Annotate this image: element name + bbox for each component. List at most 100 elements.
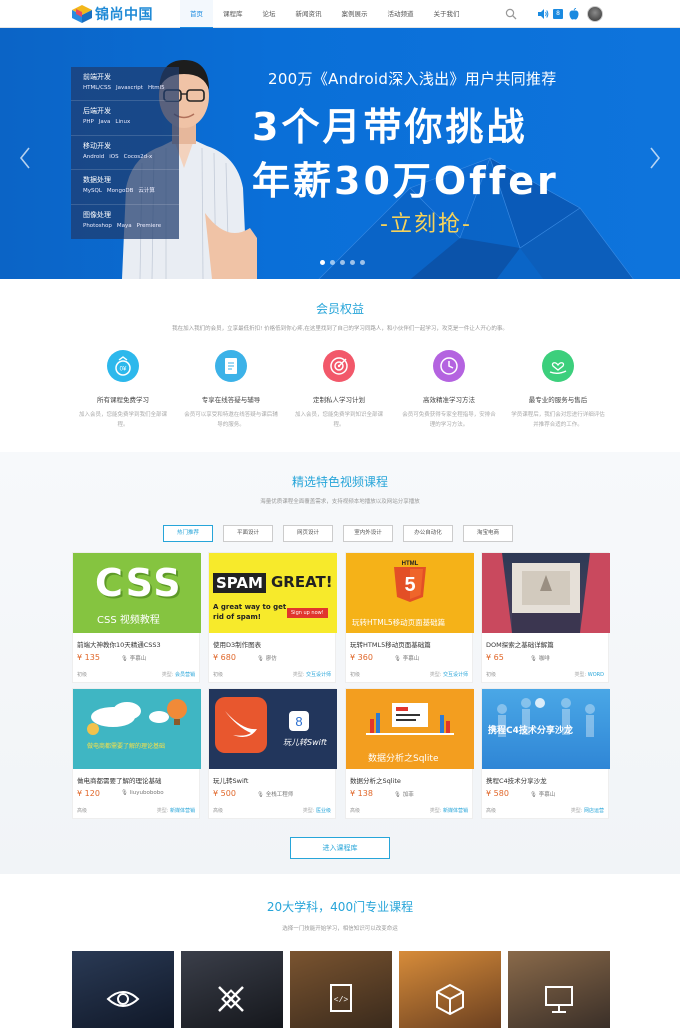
course-title[interactable]: 玩儿转Swift — [213, 775, 248, 785]
carousel-dot[interactable] — [330, 260, 335, 265]
category-link[interactable]: MongoDB — [107, 187, 133, 195]
type-label: 类型: — [429, 808, 442, 814]
nav-forum[interactable]: 论坛 — [253, 0, 286, 28]
category-title: 前端开发 — [83, 73, 111, 81]
course-title[interactable]: 使用D3制作图表 — [213, 639, 261, 649]
carousel-dot[interactable] — [340, 260, 345, 265]
carousel-dot[interactable] — [360, 260, 365, 265]
category-title: 移动开发 — [83, 141, 111, 150]
category-mobile[interactable]: 移动开发 Android iOS Cocos2d-x — [71, 136, 179, 171]
subject-tile[interactable] — [72, 951, 174, 1028]
tab-interior-design[interactable]: 室内外设计 — [343, 525, 393, 542]
sound-icon[interactable] — [538, 9, 549, 19]
course-thumbnail: 做电商都需要了解的理论基础 — [73, 689, 201, 769]
tab-graphic-design[interactable]: 平面设计 — [223, 525, 273, 542]
html5-label: HTML — [402, 561, 419, 567]
category-link[interactable]: 云计算 — [138, 187, 155, 195]
svg-text:0¥: 0¥ — [120, 367, 127, 373]
nav-courses[interactable]: 课程库 — [213, 0, 253, 28]
carousel-dot[interactable] — [350, 260, 355, 265]
category-link[interactable]: Premiere — [137, 222, 162, 230]
category-link[interactable]: Android — [83, 153, 104, 161]
category-image[interactable]: 图像处理 Photoshop Maya Premiere — [71, 205, 179, 239]
hero-banner[interactable]: 前端开发 HTML/CSS Javascript Html5 后端开发 PHP … — [0, 28, 680, 279]
subject-tile[interactable] — [508, 951, 610, 1028]
benefit-item[interactable]: 0¥ 所有课程免费学习 加入会员，您能免费学到我们全部课程。 — [63, 350, 183, 430]
course-title[interactable]: 前端大神教你10天精通CSS3 — [77, 639, 161, 649]
nav-cases[interactable]: 案例展示 — [332, 0, 378, 28]
teacher-name: 加菲 — [402, 792, 414, 798]
category-link[interactable]: MySQL — [83, 187, 102, 195]
tab-hot[interactable]: 热门推荐 — [163, 525, 213, 542]
benefit-item[interactable]: 专享在线答疑与辅导 会员可以享受和特邀在线答疑与课后辅导的服务。 — [171, 350, 291, 430]
course-title[interactable]: 玩转HTML5移动页面基础篇 — [350, 639, 431, 649]
subject-tile[interactable] — [181, 951, 283, 1028]
category-link[interactable]: Maya — [117, 222, 132, 230]
site-logo[interactable]: 锦尚中国 — [72, 5, 153, 23]
chevron-left-icon[interactable] — [18, 146, 32, 170]
category-link[interactable]: Java — [99, 118, 111, 126]
category-backend[interactable]: 后端开发 PHP Java Linux — [71, 101, 179, 136]
course-tabs: 热门推荐 平面设计 网页设计 室内外设计 办公自动化 淘宝电商 — [163, 525, 513, 542]
category-link[interactable]: iOS — [109, 153, 118, 161]
course-card[interactable]: SPAM GREAT! A great way to get rid of sp… — [208, 552, 337, 683]
course-card[interactable]: HTML 5 玩转HTML5移动页面基础篇 玩转HTML5移动页面基础篇 ¥ 3… — [345, 552, 474, 683]
nav-news[interactable]: 新闻资讯 — [286, 0, 332, 28]
search-icon[interactable] — [505, 8, 517, 20]
course-type: 类型: 交互设计师 — [430, 671, 468, 678]
clock-icon — [433, 350, 465, 382]
notification-badge[interactable]: 8 — [553, 9, 563, 19]
course-card[interactable]: 数据分析之Sqlite 数据分析之Sqlite ¥ 138 🎙 加菲 高级 类型… — [345, 688, 474, 819]
course-card[interactable]: CSS CSS 视频教程 前端大神教你10天精通CSS3 ¥ 135 🎙 李慕山… — [72, 552, 201, 683]
monitor-icon — [545, 986, 573, 1013]
category-link[interactable]: PHP — [83, 118, 94, 126]
category-link[interactable]: Cocos2d-x — [124, 153, 153, 161]
course-thumbnail: 数据分析之Sqlite — [346, 689, 474, 769]
course-title[interactable]: DOM探索之基础详解篇 — [486, 639, 554, 649]
enter-course-library-button[interactable]: 进入课程库 — [290, 837, 390, 859]
course-card[interactable]: 携程C4技术分享沙龙 携程C4技术分享沙龙 ¥ 580 🎙 李慕山 高级 类型:… — [481, 688, 610, 819]
nav-about[interactable]: 关于我们 — [424, 0, 470, 28]
type-label: 类型: — [574, 672, 587, 678]
category-link[interactable]: Html5 — [148, 84, 165, 92]
user-avatar[interactable] — [587, 6, 603, 22]
category-frontend[interactable]: 前端开发 HTML/CSS Javascript Html5 — [71, 67, 179, 102]
benefit-item[interactable]: 定制私人学习计划 加入会员，您能免费学到知识全部课程。 — [279, 350, 399, 430]
tab-ecommerce[interactable]: 淘宝电商 — [463, 525, 513, 542]
course-level: 高级 — [77, 808, 88, 814]
nav-home[interactable]: 首页 — [180, 0, 213, 29]
nav-events[interactable]: 活动频道 — [378, 0, 424, 28]
course-card[interactable]: 8 玩儿转Swift 玩儿转Swift ¥ 500 🎙 全栈工程师 高级 类型:… — [208, 688, 337, 819]
chevron-right-icon[interactable] — [648, 146, 662, 170]
tab-office[interactable]: 办公自动化 — [403, 525, 453, 542]
course-level: 初级 — [213, 672, 224, 678]
dom-illustration — [482, 553, 610, 633]
subject-tile[interactable]: </> — [290, 951, 392, 1028]
course-level: 初级 — [486, 672, 497, 678]
course-title[interactable]: 携程C4技术分享沙龙 — [486, 775, 547, 785]
course-title[interactable]: 做电商都需要了解的理论基础 — [77, 775, 162, 785]
carousel-dot[interactable] — [320, 260, 325, 265]
category-link[interactable]: Photoshop — [83, 222, 112, 230]
category-link[interactable]: HTML/CSS — [83, 84, 111, 92]
type-value: 会员营销 — [174, 672, 195, 678]
benefit-item[interactable]: 高效精准学习方法 会员可免费获得专家全程指导，安排合理的学习方法。 — [389, 350, 509, 430]
course-thumbnail — [482, 553, 610, 633]
benefit-desc: 加入会员，您能免费学到我们全部课程。 — [78, 412, 167, 428]
thumb-text: 携程C4技术分享沙龙 — [488, 726, 573, 736]
category-link[interactable]: Linux — [115, 118, 130, 126]
category-data[interactable]: 数据处理 MySQL MongoDB 云计算 — [71, 170, 179, 205]
course-card[interactable]: 做电商都需要了解的理论基础 做电商都需要了解的理论基础 ¥ 120 🎙 liuy… — [72, 688, 201, 819]
apple-icon[interactable] — [569, 8, 579, 20]
course-title[interactable]: 数据分析之Sqlite — [350, 775, 401, 785]
course-price: ¥ 500 — [213, 789, 236, 798]
subject-tile[interactable] — [399, 951, 501, 1028]
category-link[interactable]: Javascript — [116, 84, 143, 92]
course-level: 高级 — [213, 808, 224, 814]
course-card[interactable]: DOM探索之基础详解篇 ¥ 65 🎙 咖啡 初级 类型: WORD — [481, 552, 610, 683]
benefit-desc: 加入会员，您能免费学到知识全部课程。 — [294, 412, 383, 428]
tab-web-design[interactable]: 网页设计 — [283, 525, 333, 542]
course-type: 类型: 新媒体营销 — [430, 807, 468, 814]
banner-cta[interactable]: -立刻抢- — [380, 206, 472, 238]
benefit-item[interactable]: 最专业的服务与售后 学员课程后，我们会对您进行详细评估并推荐合适的工作。 — [498, 350, 618, 430]
